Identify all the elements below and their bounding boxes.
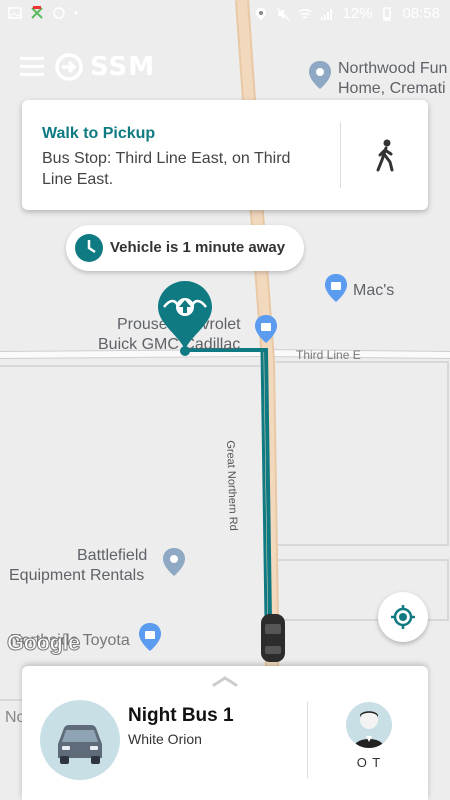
- battery-icon: [383, 6, 392, 21]
- map-label-battlefield-1: Battlefield: [77, 547, 148, 564]
- pickup-pin-icon[interactable]: [156, 279, 214, 357]
- instruction-description: Bus Stop: Third Line East, on Third Line…: [42, 150, 291, 188]
- panel-divider: [307, 702, 308, 778]
- instruction-card: Walk to Pickup Bus Stop: Third Line East…: [22, 100, 428, 210]
- map-label-great-northern: Great Northern Rd: [224, 440, 240, 531]
- car-icon: [58, 725, 102, 764]
- instruction-title: Walk to Pickup: [42, 125, 156, 142]
- vehicle-description: White Orion: [128, 731, 202, 747]
- brand-arrow-icon: [55, 53, 83, 81]
- map-label-macs: Mac's: [353, 282, 395, 299]
- wifi-icon: [298, 8, 312, 19]
- map-label-third-line: Third Line E: [296, 348, 361, 362]
- battery-percent: 12%: [342, 5, 373, 22]
- map-label-battlefield-2: Equipment Rentals: [9, 567, 145, 584]
- card-divider: [340, 122, 341, 188]
- place-marker-icon[interactable]: [162, 547, 186, 577]
- map-label-northwood: Northwood Fun: [338, 60, 448, 77]
- brand-name: SSM: [90, 52, 156, 82]
- driver-initials: O T: [356, 755, 382, 770]
- driver-avatar[interactable]: [346, 702, 392, 748]
- driver-icon: [354, 711, 384, 748]
- mute-icon: [276, 6, 290, 21]
- google-logo: Google: [7, 630, 81, 656]
- signal-icon: [321, 8, 333, 20]
- shopping-marker-icon[interactable]: [254, 314, 278, 344]
- menu-icon[interactable]: [20, 55, 48, 79]
- app-notification-icon: [31, 6, 43, 19]
- my-location-button[interactable]: [378, 592, 428, 642]
- vehicle-panel[interactable]: Night Bus 1 White Orion O T: [22, 666, 428, 800]
- clock-time: 08:58: [402, 5, 440, 22]
- shopping-marker-icon[interactable]: [324, 273, 348, 303]
- dot-indicator: •: [74, 7, 78, 19]
- vehicle-name: Night Bus 1: [128, 705, 234, 726]
- walking-person-icon: [376, 139, 394, 172]
- location-icon: [256, 7, 267, 20]
- sync-icon: [53, 7, 65, 19]
- clock-icon: [75, 234, 103, 262]
- chevron-up-icon[interactable]: [212, 674, 238, 688]
- gallery-icon: [8, 7, 22, 19]
- place-marker-icon[interactable]: [308, 60, 332, 90]
- map-label-northwood-2: Home, Cremati: [338, 80, 446, 97]
- app-header: SSM: [20, 50, 155, 84]
- vehicle-avatar: [40, 700, 120, 780]
- eta-pill: Vehicle is 1 minute away: [66, 225, 304, 271]
- eta-text: Vehicle is 1 minute away: [110, 239, 286, 256]
- crosshair-icon: [391, 605, 415, 629]
- shopping-marker-icon[interactable]: [138, 622, 162, 652]
- status-bar: • 12% 08:58: [0, 0, 450, 30]
